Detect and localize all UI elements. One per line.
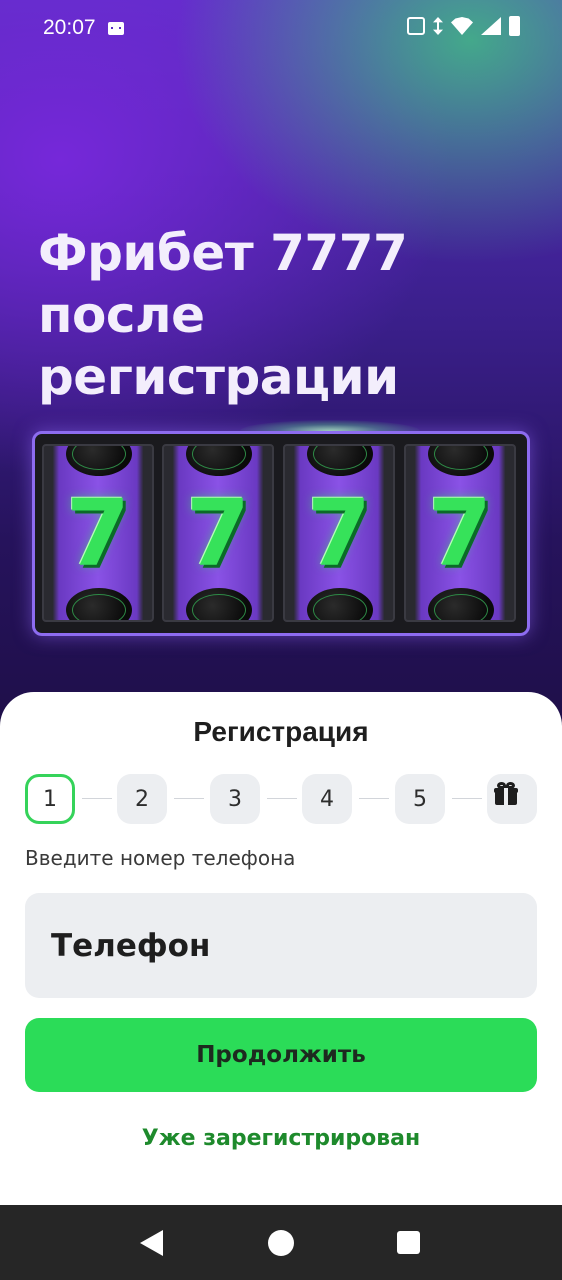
seven-symbol: 7 <box>185 480 250 587</box>
status-bar: 20:07 <box>0 0 562 56</box>
clock: 20:07 <box>43 16 96 39</box>
gift-icon <box>494 782 518 806</box>
wifi-icon <box>451 17 473 35</box>
already-registered-link[interactable]: Уже зарегистрирован <box>0 1126 562 1151</box>
step-connector <box>359 798 389 799</box>
ball-icon <box>186 446 252 476</box>
phone-input[interactable] <box>25 893 537 998</box>
step-connector <box>267 798 297 799</box>
step-indicator: 1 2 3 4 5 <box>25 774 537 824</box>
system-nav-bar <box>0 1205 562 1280</box>
step-connector <box>174 798 204 799</box>
ball-icon <box>428 588 494 620</box>
mute-icon <box>407 17 425 35</box>
step-connector <box>452 798 482 799</box>
signal-icon <box>481 17 501 35</box>
headline-line-2: после <box>38 286 205 344</box>
ball-icon <box>186 588 252 620</box>
seven-symbol: 7 <box>427 480 492 587</box>
step-5[interactable]: 5 <box>395 774 445 824</box>
ball-icon <box>66 446 132 476</box>
slot-reel: 7 <box>283 444 395 622</box>
ball-icon <box>66 588 132 620</box>
ball-icon <box>428 446 494 476</box>
continue-button[interactable]: Продолжить <box>25 1018 537 1092</box>
battery-icon <box>509 16 520 36</box>
slot-reel: 7 <box>162 444 274 622</box>
message-icon <box>108 22 124 35</box>
registration-title: Регистрация <box>193 716 369 747</box>
promo-headline: Фрибет 7777 после регистрации <box>38 222 518 408</box>
ball-icon <box>307 588 373 620</box>
step-1[interactable]: 1 <box>25 774 75 824</box>
home-icon[interactable] <box>268 1230 294 1256</box>
step-4[interactable]: 4 <box>302 774 352 824</box>
step-connector <box>82 798 112 799</box>
slot-machine-illustration: 7 7 7 7 <box>32 431 530 636</box>
back-icon[interactable] <box>140 1230 163 1256</box>
recents-icon[interactable] <box>397 1231 420 1254</box>
registration-sheet: Регистрация 1 2 3 4 5 Введите номер теле… <box>0 692 562 1205</box>
ball-icon <box>307 446 373 476</box>
slot-reel: 7 <box>404 444 516 622</box>
slot-reel: 7 <box>42 444 154 622</box>
promo-banner: 20:07 Фрибет 7777 после регистрации 7 7 … <box>0 0 562 720</box>
headline-line-3: регистрации <box>38 348 399 406</box>
step-2[interactable]: 2 <box>117 774 167 824</box>
seven-symbol: 7 <box>306 480 371 587</box>
data-arrows-icon <box>433 17 443 35</box>
seven-symbol: 7 <box>65 480 130 587</box>
status-icons <box>407 16 520 36</box>
phone-prompt: Введите номер телефона <box>25 846 296 870</box>
headline-line-1: Фрибет 7777 <box>38 224 408 282</box>
step-bonus[interactable] <box>487 774 537 824</box>
step-3[interactable]: 3 <box>210 774 260 824</box>
